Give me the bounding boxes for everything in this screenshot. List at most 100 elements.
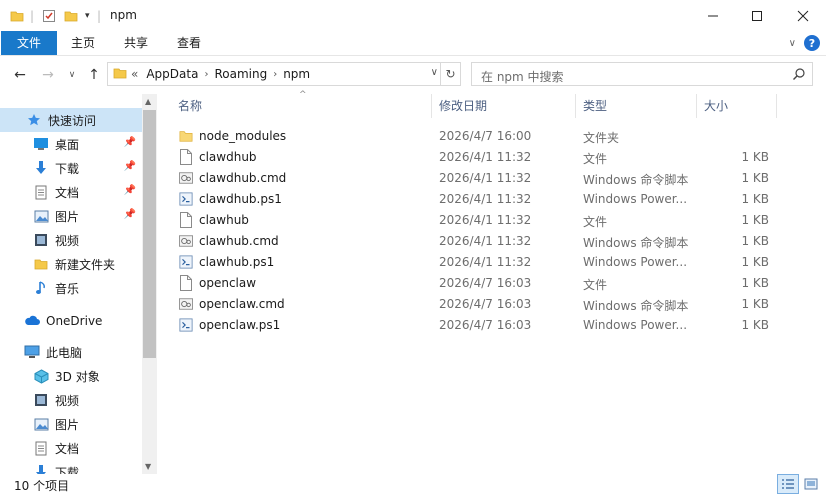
- quick-access-folder-icon[interactable]: [10, 7, 24, 25]
- music-icon: [33, 280, 49, 296]
- tab-file[interactable]: 文件: [1, 31, 57, 55]
- breadcrumb-roaming[interactable]: Roaming: [210, 67, 271, 81]
- maximize-icon: [752, 10, 762, 21]
- table-row[interactable]: clawdhub.ps1 2026/4/1 11:32 Windows Powe…: [176, 189, 776, 210]
- sidebar-item-label: 快速访问: [48, 113, 97, 128]
- sidebar-item-onedrive[interactable]: OneDrive: [0, 309, 142, 333]
- table-row[interactable]: openclaw.ps1 2026/4/7 16:03 Windows Powe…: [176, 315, 776, 336]
- file-icon: [180, 212, 192, 228]
- file-date: 2026/4/1 11:32: [439, 150, 532, 164]
- back-button[interactable]: ←: [10, 66, 30, 84]
- sidebar-item-documents[interactable]: 文档 📌: [0, 180, 142, 204]
- toolbar-divider: |: [30, 9, 35, 23]
- expand-ribbon-icon[interactable]: ∨: [789, 38, 796, 49]
- file-date: 2026/4/7 16:03: [439, 297, 532, 311]
- sidebar-item-new-folder[interactable]: 新建文件夹: [0, 252, 142, 276]
- details-view-icon: [782, 479, 794, 489]
- chevron-down-icon: ∨: [68, 70, 76, 80]
- sidebar-item-desktop[interactable]: 桌面 📌: [0, 132, 142, 156]
- file-size: 1 KB: [741, 150, 769, 164]
- sidebar-item-label: 视频: [55, 233, 80, 248]
- pin-icon[interactable]: 📌: [124, 185, 136, 196]
- sidebar-scrollbar[interactable]: ▲ ▼: [142, 94, 157, 474]
- file-name: clawhub.cmd: [199, 234, 279, 248]
- breadcrumb-appdata[interactable]: AppData: [142, 67, 202, 81]
- pin-icon[interactable]: 📌: [124, 137, 136, 148]
- sidebar-item-pictures[interactable]: 图片 📌: [0, 204, 142, 228]
- sidebar-item-label: 下载: [55, 465, 80, 475]
- tab-home[interactable]: 主页: [57, 31, 109, 55]
- table-row[interactable]: clawhub.cmd 2026/4/1 11:32 Windows 命令脚本 …: [176, 231, 776, 252]
- column-header-date[interactable]: 修改日期: [439, 94, 487, 118]
- file-size: 1 KB: [741, 192, 769, 206]
- cmd-icon: [179, 298, 193, 310]
- arrow-left-icon: ←: [14, 67, 26, 83]
- sidebar-item-videos[interactable]: 视频: [0, 228, 142, 252]
- sidebar-item-videos-pc[interactable]: 视频: [0, 388, 142, 412]
- search-box[interactable]: 在 npm 中搜索: [471, 62, 813, 86]
- cloud-icon: [24, 313, 40, 329]
- scrollbar-thumb[interactable]: [143, 110, 156, 358]
- table-row[interactable]: clawhub.ps1 2026/4/1 11:32 Windows Power…: [176, 252, 776, 273]
- table-row[interactable]: node_modules 2026/4/7 16:00 文件夹: [176, 126, 776, 147]
- arrow-up-icon: ↑: [88, 67, 100, 83]
- breadcrumb-npm[interactable]: npm: [279, 67, 314, 81]
- forward-button[interactable]: →: [38, 66, 58, 84]
- close-button[interactable]: [780, 0, 826, 31]
- column-divider[interactable]: [696, 94, 697, 118]
- chevron-right-icon[interactable]: ›: [271, 69, 279, 80]
- title-bar: | ▾ | npm: [0, 0, 826, 31]
- sidebar-item-music[interactable]: 音乐: [0, 276, 142, 300]
- help-icon[interactable]: ?: [804, 35, 820, 51]
- column-divider[interactable]: [575, 94, 576, 118]
- properties-icon[interactable]: [42, 7, 56, 25]
- pin-icon[interactable]: 📌: [124, 209, 136, 220]
- address-dropdown-icon[interactable]: ∨: [431, 67, 438, 78]
- large-icons-view-button[interactable]: [800, 474, 822, 494]
- refresh-icon: ↻: [445, 67, 456, 81]
- sidebar-item-this-pc[interactable]: 此电脑: [0, 340, 142, 364]
- table-row[interactable]: openclaw.cmd 2026/4/7 16:03 Windows 命令脚本…: [176, 294, 776, 315]
- sidebar-item-downloads-pc[interactable]: 下载: [0, 460, 142, 474]
- sidebar-item-label: 文档: [55, 185, 80, 200]
- tab-share[interactable]: 共享: [110, 31, 162, 55]
- sort-ascending-icon: ^: [299, 90, 307, 100]
- address-bar[interactable]: « AppData › Roaming › npm ∨ ↻: [107, 62, 461, 86]
- column-header-name[interactable]: 名称: [178, 94, 202, 118]
- sidebar-item-downloads[interactable]: 下载 📌: [0, 156, 142, 180]
- recent-locations-button[interactable]: ∨: [62, 66, 82, 84]
- sidebar-item-documents-pc[interactable]: 文档: [0, 436, 142, 460]
- column-header-size[interactable]: 大小: [704, 94, 728, 118]
- scroll-up-icon[interactable]: ▲: [145, 97, 151, 106]
- ps1-icon: [179, 192, 193, 206]
- minimize-button[interactable]: [690, 0, 736, 31]
- file-type: Windows Power...: [583, 318, 688, 332]
- table-row[interactable]: clawhub 2026/4/1 11:32 文件 1 KB: [176, 210, 776, 231]
- video-icon: [33, 392, 49, 408]
- tab-view[interactable]: 查看: [163, 31, 215, 55]
- column-divider[interactable]: [776, 94, 777, 118]
- refresh-button[interactable]: ↻: [440, 63, 460, 85]
- sidebar-item-3d-objects[interactable]: 3D 对象: [0, 364, 142, 388]
- table-row[interactable]: openclaw 2026/4/7 16:03 文件 1 KB: [176, 273, 776, 294]
- table-row[interactable]: clawdhub.cmd 2026/4/1 11:32 Windows 命令脚本…: [176, 168, 776, 189]
- breadcrumb-overflow[interactable]: «: [127, 67, 142, 81]
- sidebar-item-quick-access[interactable]: 快速访问: [0, 108, 142, 132]
- sidebar-item-label: 视频: [55, 393, 80, 408]
- column-header-type[interactable]: 类型: [583, 94, 607, 118]
- search-icon[interactable]: [792, 67, 806, 81]
- chevron-right-icon[interactable]: ›: [202, 69, 210, 80]
- pin-icon[interactable]: 📌: [124, 161, 136, 172]
- table-row[interactable]: clawdhub 2026/4/1 11:32 文件 1 KB: [176, 147, 776, 168]
- details-view-button[interactable]: [777, 474, 799, 494]
- file-type: 文件: [583, 152, 608, 166]
- maximize-button[interactable]: [734, 0, 780, 31]
- column-divider[interactable]: [431, 94, 432, 118]
- scroll-down-icon[interactable]: ▼: [145, 462, 151, 471]
- new-folder-icon[interactable]: [64, 7, 78, 25]
- customize-toolbar-icon[interactable]: ▾: [85, 7, 90, 25]
- up-button[interactable]: ↑: [84, 66, 104, 84]
- sidebar-item-pictures-pc[interactable]: 图片: [0, 412, 142, 436]
- file-name: clawdhub.cmd: [199, 171, 287, 185]
- file-size: 1 KB: [741, 297, 769, 311]
